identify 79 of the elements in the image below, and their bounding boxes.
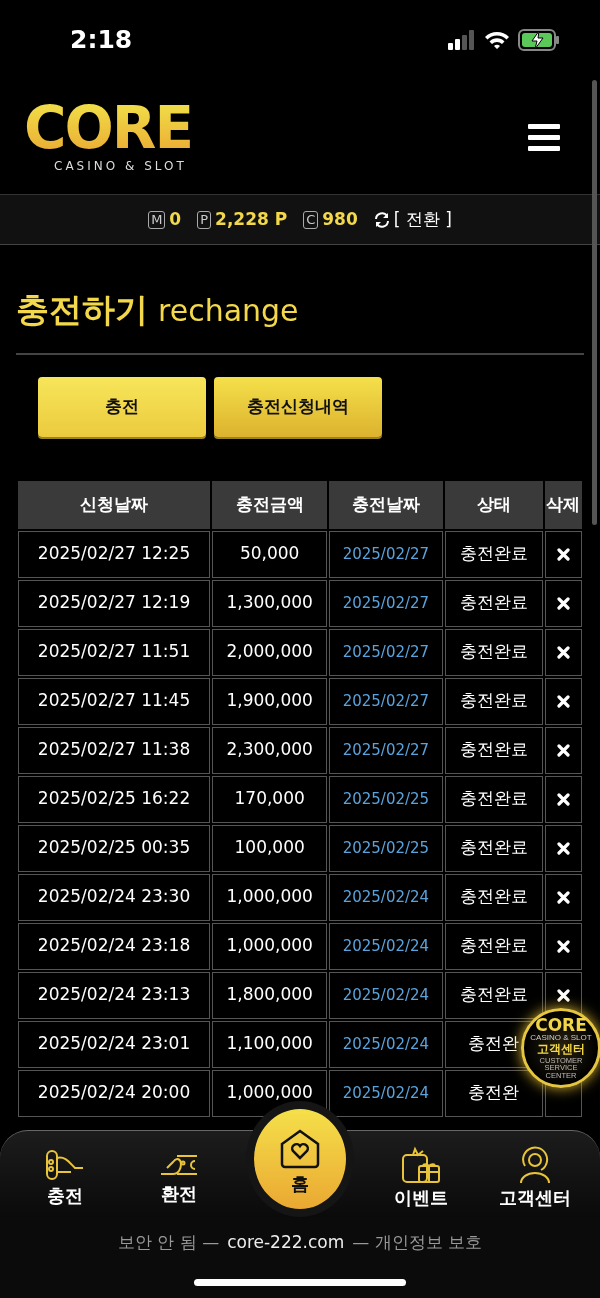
table-cell: 충전완 <box>444 1069 543 1117</box>
table-cell: 1,900,000 <box>212 677 328 725</box>
table-cell: 충전완료 <box>444 628 543 676</box>
battery-icon <box>518 29 560 51</box>
table-cell: 170,000 <box>212 775 328 823</box>
balance-value: 980 <box>322 207 358 231</box>
currency-symbol: M <box>148 210 166 229</box>
nav-item[interactable]: 충전 <box>8 1140 122 1209</box>
table-cell: 2025/02/24 20:00 <box>18 1069 211 1117</box>
tab-button[interactable]: 충전 <box>38 376 206 437</box>
currency-symbol: P <box>197 210 212 229</box>
table-cell: 충전완료 <box>444 971 543 1019</box>
column-header: 상태 <box>444 480 543 529</box>
nav-item[interactable]: 고객센터 <box>478 1138 592 1211</box>
hand-coin-icon <box>45 1148 85 1182</box>
column-header: 충전금액 <box>212 480 328 529</box>
table-cell: 충전완료 <box>444 530 543 578</box>
table-cell: 충전완료 <box>444 775 543 823</box>
table-cell: 충전완료 <box>444 726 543 774</box>
table-cell: 2025/02/24 23:01 <box>18 1020 211 1068</box>
delete-icon[interactable] <box>556 596 570 610</box>
url-domain[interactable]: core-222.com <box>227 1229 345 1256</box>
privacy-label: — 개인정보 보호 <box>352 1230 483 1254</box>
table-cell: 충전완료 <box>444 873 543 921</box>
table-cell: 2025/02/24 23:30 <box>18 873 211 921</box>
table-cell: 1,000,000 <box>212 873 328 921</box>
delete-icon[interactable] <box>556 645 570 659</box>
gift-icon <box>401 1146 441 1184</box>
refresh-icon[interactable] <box>373 211 390 228</box>
headset-person-icon <box>517 1146 553 1184</box>
table-cell: 1,100,000 <box>212 1020 328 1068</box>
delete-icon[interactable] <box>556 939 570 953</box>
table-cell: 2,000,000 <box>212 628 328 676</box>
delete-icon[interactable] <box>556 988 570 1002</box>
logo-tagline: CASINO & SLOT <box>54 158 188 175</box>
column-header: 신청날짜 <box>18 480 211 529</box>
page-title: 충전하기 <box>16 289 148 331</box>
delete-icon[interactable] <box>556 547 570 561</box>
delete-icon[interactable] <box>556 841 570 855</box>
status-time: 2:18 <box>70 24 133 57</box>
table-cell: 2025/02/25 16:22 <box>18 775 211 823</box>
table-cell: 2025/02/27 11:51 <box>18 628 211 676</box>
delete-icon[interactable] <box>556 890 570 904</box>
table-cell: 2025/02/25 00:35 <box>18 824 211 872</box>
tab-button[interactable]: 충전신청내역 <box>214 376 382 437</box>
table-cell: 2025/02/27 12:19 <box>18 579 211 627</box>
nav-item[interactable]: 홈 <box>246 1100 354 1217</box>
table-cell: 2025/02/24 23:13 <box>18 971 211 1019</box>
table-cell: 50,000 <box>212 530 328 578</box>
delete-icon[interactable] <box>556 694 570 708</box>
house-heart-icon <box>278 1128 322 1170</box>
balance-value: 0 <box>169 207 182 231</box>
column-header: 삭제 <box>544 480 582 529</box>
delete-icon[interactable] <box>556 792 570 806</box>
security-warning: 보안 안 됨 — <box>117 1230 220 1254</box>
table-cell: 1,300,000 <box>212 579 328 627</box>
table-cell: 충전완료 <box>444 824 543 872</box>
page-subtitle: rechange <box>158 292 299 330</box>
currency-symbol: C <box>303 210 319 229</box>
table-cell: 2025/02/27 11:38 <box>18 726 211 774</box>
column-header: 충전날짜 <box>329 480 443 529</box>
table-cell: 2025/02/27 11:45 <box>18 677 211 725</box>
wifi-icon <box>484 30 510 50</box>
table-cell: 1,000,000 <box>212 922 328 970</box>
balance-value: 2,228 P <box>215 207 288 231</box>
menu-icon[interactable] <box>528 123 560 151</box>
table-cell: 충전완료 <box>444 677 543 725</box>
table-cell: 100,000 <box>212 824 328 872</box>
nav-item[interactable]: 환전 <box>122 1142 236 1207</box>
table-cell: 충전완료 <box>444 579 543 627</box>
table-cell: 2025/02/27 12:25 <box>18 530 211 578</box>
nav-item[interactable]: 이벤트 <box>364 1138 478 1211</box>
convert-link[interactable]: [ 전환 ] <box>393 206 452 233</box>
table-cell: 1,800,000 <box>212 971 328 1019</box>
delete-icon[interactable] <box>556 743 570 757</box>
table-cell: 2025/02/24 23:18 <box>18 922 211 970</box>
table-cell: 2,300,000 <box>212 726 328 774</box>
table-cell: 충전완료 <box>444 922 543 970</box>
signal-icon <box>448 30 476 50</box>
